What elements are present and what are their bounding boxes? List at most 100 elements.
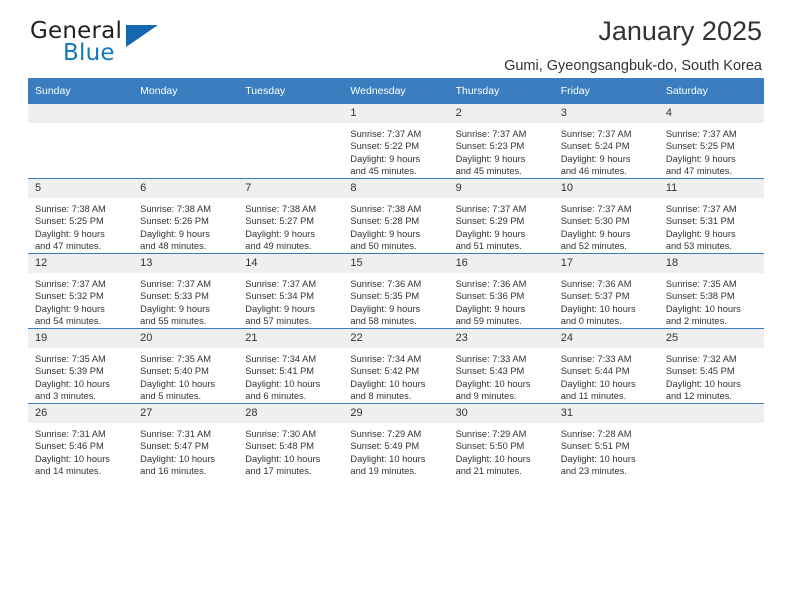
weekday-header-thursday: Thursday	[448, 78, 554, 104]
sunrise-time: Sunrise: 7:34 AM	[245, 354, 317, 364]
sunrise-time: Sunrise: 7:37 AM	[665, 129, 737, 139]
day-number: 8	[343, 179, 449, 198]
calendar-day-cell[interactable]: 18 Sunrise: 7:35 AM Sunset: 5:38 PM Dayligh…	[658, 253, 764, 329]
sunrise-time: Sunrise: 7:33 AM	[560, 354, 632, 364]
day-number: 20	[133, 329, 239, 348]
day-details: Sunrise: 7:36 AM Sunset: 5:36 PM Daylight:…	[449, 273, 554, 328]
sunset-time: Sunset: 5:24 PM	[560, 141, 630, 152]
day-number: 2	[448, 104, 554, 123]
day-number: 23	[448, 329, 554, 348]
day-details: Sunrise: 7:34 AM Sunset: 5:42 PM Daylight:…	[343, 348, 448, 403]
calendar-day-cell[interactable]: 22 Sunrise: 7:34 AM Sunset: 5:42 PM Dayligh…	[343, 328, 449, 404]
daylight-duration-line2: and 50 minutes.	[350, 241, 417, 252]
calendar-day-cell[interactable]: 11 Sunrise: 7:37 AM Sunset: 5:31 PM Dayligh…	[658, 178, 764, 254]
sunset-time: Sunset: 5:29 PM	[455, 216, 525, 227]
day-number: 31	[553, 404, 659, 423]
calendar-day-cell[interactable]: 27 Sunrise: 7:31 AM Sunset: 5:47 PM Dayligh…	[133, 403, 239, 478]
calendar-day-cell-empty	[28, 103, 134, 179]
daylight-duration-line2: and 49 minutes.	[245, 241, 312, 252]
calendar-day-cell[interactable]: 28 Sunrise: 7:30 AM Sunset: 5:48 PM Dayligh…	[238, 403, 344, 478]
sunset-time: Sunset: 5:30 PM	[560, 216, 630, 227]
calendar-day-cell[interactable]: 16 Sunrise: 7:36 AM Sunset: 5:36 PM Dayligh…	[448, 253, 554, 329]
general-blue-logo[interactable]: General Blue	[30, 18, 210, 70]
day-details: Sunrise: 7:37 AM Sunset: 5:29 PM Daylight:…	[449, 198, 554, 253]
calendar-day-cell[interactable]: 31 Sunrise: 7:28 AM Sunset: 5:51 PM Dayligh…	[553, 403, 659, 478]
calendar-day-cell[interactable]: 3 Sunrise: 7:37 AM Sunset: 5:24 PM Daylight…	[553, 103, 659, 179]
calendar-day-cell[interactable]: 25 Sunrise: 7:32 AM Sunset: 5:45 PM Dayligh…	[658, 328, 764, 404]
daylight-duration-line2: and 59 minutes.	[455, 316, 522, 327]
daylight-duration-line1: Daylight: 9 hours	[455, 228, 526, 239]
sunset-time: Sunset: 5:47 PM	[140, 441, 209, 452]
calendar-day-cell[interactable]: 5 Sunrise: 7:38 AM Sunset: 5:25 PM Daylight…	[28, 178, 134, 254]
calendar-day-cell[interactable]: 1 Sunrise: 7:37 AM Sunset: 5:22 PM Daylight…	[343, 103, 449, 179]
calendar-day-cell[interactable]: 4 Sunrise: 7:37 AM Sunset: 5:25 PM Daylight…	[658, 103, 764, 179]
weekday-header-wednesday: Wednesday	[343, 78, 449, 104]
calendar-day-cell[interactable]: 24 Sunrise: 7:33 AM Sunset: 5:44 PM Dayligh…	[553, 328, 659, 404]
sunset-time: Sunset: 5:49 PM	[350, 441, 420, 452]
calendar-day-cell[interactable]: 8 Sunrise: 7:38 AM Sunset: 5:28 PM Daylight…	[343, 178, 449, 254]
calendar-week-row: 26 Sunrise: 7:31 AM Sunset: 5:46 PM Dayligh…	[28, 403, 764, 478]
calendar-week-row: 5 Sunrise: 7:38 AM Sunset: 5:25 PM Daylight…	[28, 178, 764, 254]
day-details: Sunrise: 7:29 AM Sunset: 5:49 PM Daylight:…	[343, 423, 448, 478]
daylight-duration-line2: and 51 minutes.	[455, 241, 522, 252]
calendar-day-cell[interactable]: 9 Sunrise: 7:37 AM Sunset: 5:29 PM Daylight…	[448, 178, 554, 254]
calendar-day-cell[interactable]: 23 Sunrise: 7:33 AM Sunset: 5:43 PM Dayligh…	[448, 328, 554, 404]
sunset-time: Sunset: 5:43 PM	[455, 366, 525, 377]
daylight-duration-line2: and 46 minutes.	[560, 166, 627, 177]
calendar-day-cell[interactable]: 13 Sunrise: 7:37 AM Sunset: 5:33 PM Dayligh…	[133, 253, 239, 329]
daylight-duration-line2: and 3 minutes.	[35, 391, 96, 402]
daylight-duration-line1: Daylight: 9 hours	[350, 303, 421, 314]
daylight-duration-line1: Daylight: 9 hours	[665, 153, 736, 164]
daylight-duration-line1: Daylight: 9 hours	[140, 303, 210, 314]
daylight-duration-line1: Daylight: 9 hours	[140, 228, 210, 239]
calendar-day-cell[interactable]: 26 Sunrise: 7:31 AM Sunset: 5:46 PM Dayligh…	[28, 403, 134, 478]
daylight-duration-line1: Daylight: 10 hours	[560, 303, 636, 314]
sunset-time: Sunset: 5:51 PM	[560, 441, 630, 452]
calendar-day-cell[interactable]: 14 Sunrise: 7:37 AM Sunset: 5:34 PM Dayligh…	[238, 253, 344, 329]
sunset-time: Sunset: 5:40 PM	[140, 366, 209, 377]
calendar-day-cell[interactable]: 19 Sunrise: 7:35 AM Sunset: 5:39 PM Dayligh…	[28, 328, 134, 404]
daylight-duration-line1: Daylight: 10 hours	[560, 453, 636, 464]
calendar-day-cell[interactable]: 29 Sunrise: 7:29 AM Sunset: 5:49 PM Dayligh…	[343, 403, 449, 478]
day-number: 12	[28, 254, 134, 273]
day-details: Sunrise: 7:37 AM Sunset: 5:32 PM Daylight:…	[28, 273, 133, 328]
day-number: 27	[133, 404, 239, 423]
calendar-day-cell[interactable]: 7 Sunrise: 7:38 AM Sunset: 5:27 PM Daylight…	[238, 178, 344, 254]
day-number	[658, 404, 764, 423]
calendar-day-cell[interactable]: 30 Sunrise: 7:29 AM Sunset: 5:50 PM Dayligh…	[448, 403, 554, 478]
sunset-time: Sunset: 5:23 PM	[455, 141, 525, 152]
daylight-duration-line2: and 16 minutes.	[140, 466, 207, 477]
calendar-day-cell[interactable]: 15 Sunrise: 7:36 AM Sunset: 5:35 PM Dayligh…	[343, 253, 449, 329]
day-number: 17	[553, 254, 659, 273]
day-details: Sunrise: 7:38 AM Sunset: 5:28 PM Daylight:…	[343, 198, 448, 253]
calendar-day-cell[interactable]: 2 Sunrise: 7:37 AM Sunset: 5:23 PM Daylight…	[448, 103, 554, 179]
day-details: Sunrise: 7:37 AM Sunset: 5:31 PM Daylight:…	[659, 198, 764, 253]
day-number: 9	[448, 179, 554, 198]
calendar-day-cell[interactable]: 10 Sunrise: 7:37 AM Sunset: 5:30 PM Dayligh…	[553, 178, 659, 254]
calendar-day-cell[interactable]: 17 Sunrise: 7:36 AM Sunset: 5:37 PM Dayligh…	[553, 253, 659, 329]
daylight-duration-line2: and 14 minutes.	[35, 466, 102, 477]
day-number: 24	[553, 329, 659, 348]
daylight-duration-line2: and 5 minutes.	[140, 391, 202, 402]
daylight-duration-line2: and 45 minutes.	[350, 166, 417, 177]
calendar-day-cell[interactable]: 21 Sunrise: 7:34 AM Sunset: 5:41 PM Dayligh…	[238, 328, 344, 404]
location-subtitle: Gumi, Gyeongsangbuk-do, South Korea	[504, 58, 762, 74]
calendar-day-cell[interactable]: 6 Sunrise: 7:38 AM Sunset: 5:26 PM Daylight…	[133, 178, 239, 254]
sunrise-time: Sunrise: 7:37 AM	[35, 279, 106, 289]
sunset-time: Sunset: 5:26 PM	[140, 216, 209, 227]
calendar-day-cell[interactable]: 12 Sunrise: 7:37 AM Sunset: 5:32 PM Dayligh…	[28, 253, 134, 329]
daylight-duration-line1: Daylight: 10 hours	[350, 378, 426, 389]
calendar-body: 1 Sunrise: 7:37 AM Sunset: 5:22 PM Daylight…	[28, 103, 764, 478]
day-number: 5	[28, 179, 134, 198]
calendar-day-cell[interactable]: 20 Sunrise: 7:35 AM Sunset: 5:40 PM Dayligh…	[133, 328, 239, 404]
daylight-duration-line2: and 54 minutes.	[35, 316, 102, 327]
sunrise-sunset-calendar: Sunday Monday Tuesday Wednesday Thursday…	[28, 78, 764, 478]
daylight-duration-line2: and 55 minutes.	[140, 316, 207, 327]
sunset-time: Sunset: 5:46 PM	[35, 441, 104, 452]
weekday-header-row: Sunday Monday Tuesday Wednesday Thursday…	[28, 78, 764, 104]
daylight-duration-line1: Daylight: 10 hours	[350, 453, 426, 464]
day-number: 7	[238, 179, 344, 198]
daylight-duration-line1: Daylight: 10 hours	[455, 378, 531, 389]
sunrise-time: Sunrise: 7:37 AM	[560, 129, 632, 139]
sunrise-time: Sunrise: 7:37 AM	[560, 204, 632, 214]
